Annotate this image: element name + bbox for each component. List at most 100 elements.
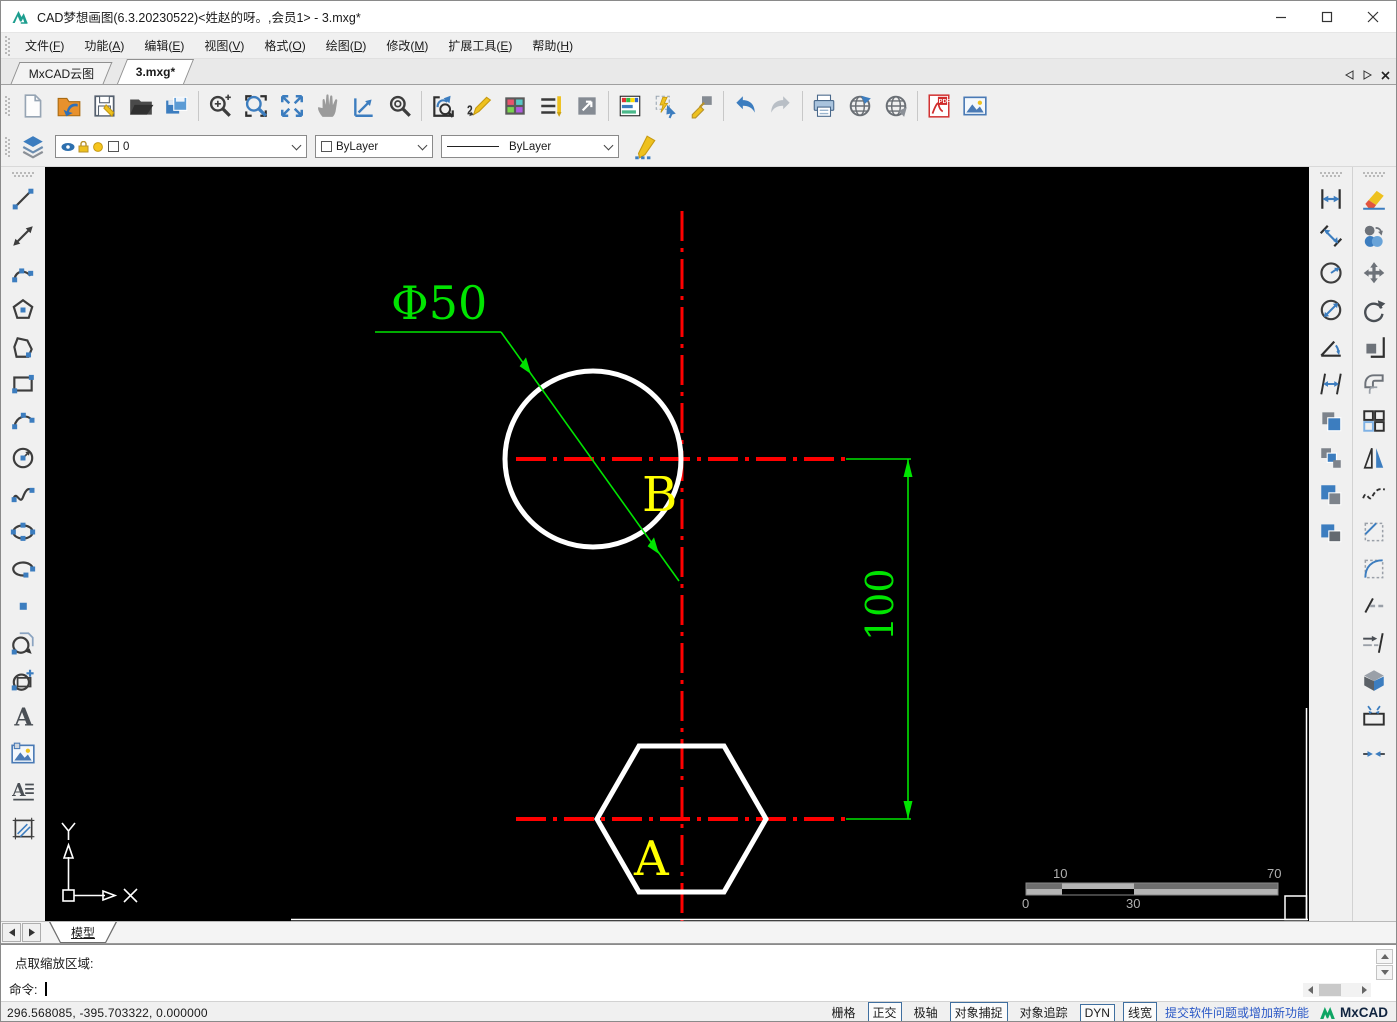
document-tab-mxcad[interactable]: MxCAD云图 [10, 62, 113, 84]
undo-button[interactable] [727, 88, 763, 124]
insert-image-button[interactable] [957, 88, 993, 124]
toggle-栅格[interactable]: 栅格 [828, 1003, 860, 1021]
menu-5[interactable]: 格式(O) [254, 33, 315, 58]
quick-draw-button[interactable] [461, 88, 497, 124]
construction-line-button[interactable] [5, 218, 41, 254]
copy-clip-button[interactable] [1313, 403, 1349, 439]
trim-button[interactable] [1356, 588, 1392, 624]
toggle-对象追踪[interactable]: 对象追踪 [1016, 1003, 1072, 1021]
move-button[interactable] [1356, 255, 1392, 291]
paste-clip-button[interactable] [1313, 477, 1349, 513]
menu-6[interactable]: 绘图(D) [316, 33, 377, 58]
menu-2[interactable]: 功能(A) [74, 33, 134, 58]
document-tab-3mxg[interactable]: 3.mxg* [117, 59, 195, 84]
drawing-canvas[interactable]: Φ50 100 B A 10 70 0 30 [44, 167, 1310, 921]
scroll-left-icon[interactable] [1303, 983, 1317, 997]
dim-angular-button[interactable] [1313, 329, 1349, 365]
dim-radius-button[interactable] [1313, 255, 1349, 291]
print-button[interactable] [806, 88, 842, 124]
join-button[interactable] [1356, 736, 1392, 772]
menu-1[interactable]: 文件(F) [15, 33, 74, 58]
toggle-线宽[interactable]: 线宽 [1122, 1002, 1157, 1021]
explode-button[interactable] [1356, 662, 1392, 698]
toggle-对象捕捉[interactable]: 对象捕捉 [949, 1002, 1008, 1021]
hatch-button[interactable] [5, 810, 41, 846]
web-publish-button[interactable] [842, 88, 878, 124]
menu-8[interactable]: 扩展工具(E) [438, 33, 522, 58]
feedback-link[interactable]: 提交软件问题或增加新功能 [1165, 1004, 1309, 1021]
closed-polyline-button[interactable] [5, 329, 41, 365]
dim-linear-button[interactable] [1313, 181, 1349, 217]
tab-scroll-right-icon[interactable] [1363, 70, 1372, 80]
fillet-button[interactable] [1356, 551, 1392, 587]
toggle-正交[interactable]: 正交 [867, 1002, 902, 1021]
array-button[interactable] [1356, 403, 1392, 439]
ellipse-arc-button[interactable] [5, 551, 41, 587]
redo-button[interactable] [763, 88, 799, 124]
raster-image-button[interactable] [5, 736, 41, 772]
color-select[interactable]: ByLayer [315, 135, 433, 158]
circle-button[interactable] [5, 440, 41, 476]
open-web-drawing-button[interactable] [51, 88, 87, 124]
layer-select[interactable]: 0 [55, 135, 307, 158]
layout-prev-icon[interactable] [2, 923, 21, 942]
web-open-button[interactable] [878, 88, 914, 124]
draw-settings-pencil-icon[interactable] [627, 129, 663, 165]
paste-block-button[interactable] [1313, 514, 1349, 550]
scroll-up-icon[interactable] [1376, 949, 1393, 964]
erase-button[interactable] [1356, 181, 1392, 217]
zoom-extents-button[interactable] [274, 88, 310, 124]
zoom-window-button[interactable] [238, 88, 274, 124]
menubar-drag-handle[interactable] [5, 35, 10, 56]
menu-3[interactable]: 编辑(E) [134, 33, 194, 58]
dim-diameter-button[interactable] [1313, 292, 1349, 328]
color-palette-button[interactable] [497, 88, 533, 124]
minimize-button[interactable] [1258, 1, 1304, 32]
create-block-button[interactable] [5, 662, 41, 698]
command-horizontal-scrollbar[interactable] [1303, 983, 1371, 997]
draw-toolbar-drag-handle[interactable] [11, 172, 34, 177]
polygon-button[interactable] [5, 292, 41, 328]
open-file-button[interactable] [123, 88, 159, 124]
zoom-center-button[interactable] [382, 88, 418, 124]
toolbar-drag-handle[interactable] [5, 96, 10, 116]
rotate-button[interactable] [1356, 292, 1392, 328]
zoom-previous-button[interactable] [425, 88, 461, 124]
stretch-button[interactable] [1356, 329, 1392, 365]
scroll-down-icon[interactable] [1376, 965, 1393, 980]
close-button[interactable] [1350, 1, 1396, 32]
copy-object-button[interactable] [1356, 218, 1392, 254]
dim-aligned-button[interactable] [1313, 218, 1349, 254]
layer-stack-icon[interactable] [15, 129, 51, 165]
layout-next-icon[interactable] [22, 923, 41, 942]
toggle-极轴[interactable]: 极轴 [910, 1003, 942, 1021]
break-button[interactable] [1356, 699, 1392, 735]
tab-close-icon[interactable] [1381, 70, 1390, 80]
zoom-scale-button[interactable] [346, 88, 382, 124]
insert-block-button[interactable] [5, 625, 41, 661]
ellipse-button[interactable] [5, 514, 41, 550]
mirror-button[interactable] [1356, 440, 1392, 476]
extend-button[interactable] [1356, 625, 1392, 661]
modify-toolbar-drag-handle[interactable] [1363, 172, 1386, 177]
layer-manager-button[interactable] [612, 88, 648, 124]
chamfer-button[interactable] [1356, 514, 1392, 550]
lineweight-button[interactable] [569, 88, 605, 124]
linetype-select[interactable]: ByLayer [441, 135, 619, 158]
pan-button[interactable] [310, 88, 346, 124]
scroll-right-icon[interactable] [1357, 983, 1371, 997]
multiline-text-button[interactable]: A [5, 773, 41, 809]
polyline-button[interactable] [5, 255, 41, 291]
maximize-button[interactable] [1304, 1, 1350, 32]
line-button[interactable] [5, 181, 41, 217]
dim-continue-button[interactable] [1313, 366, 1349, 402]
save-as-button[interactable] [159, 88, 195, 124]
dim-toolbar-drag-handle[interactable] [1319, 172, 1342, 177]
toggle-dyn[interactable]: DYN [1079, 1003, 1115, 1021]
single-text-button[interactable]: A [5, 699, 41, 735]
command-window[interactable]: 点取缩放区域: 命令: [1, 944, 1396, 1001]
scrollbar-thumb[interactable] [1319, 984, 1341, 996]
linetype-manager-button[interactable] [533, 88, 569, 124]
quick-select-button[interactable] [648, 88, 684, 124]
arc-button[interactable] [5, 403, 41, 439]
